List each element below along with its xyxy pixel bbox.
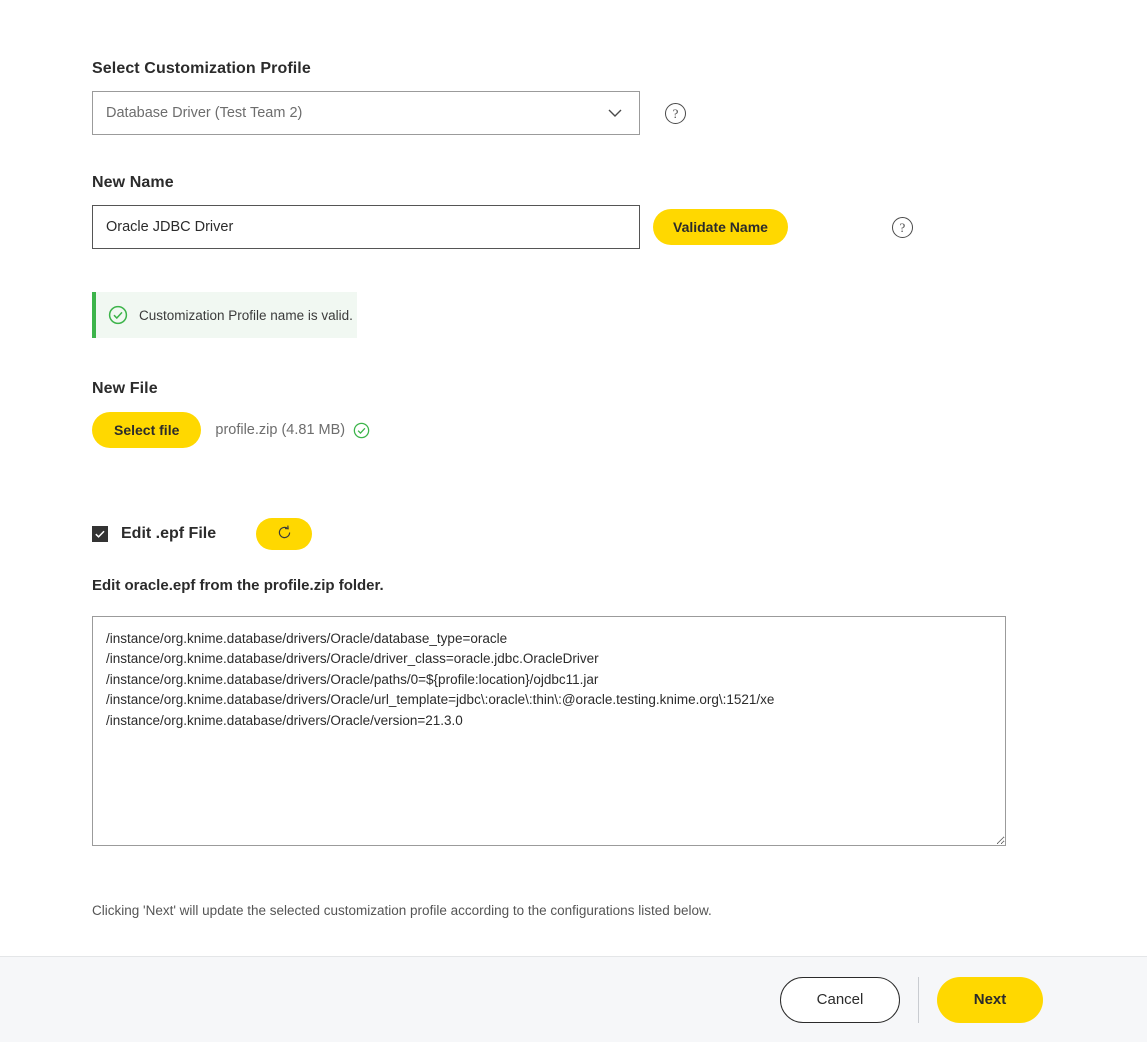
profile-dropdown-value: Database Driver (Test Team 2) (106, 105, 303, 121)
select-file-button[interactable]: Select file (92, 412, 202, 448)
cancel-button[interactable]: Cancel (780, 976, 900, 1023)
refresh-icon (276, 524, 293, 544)
select-profile-label: Select Customization Profile (92, 60, 311, 77)
new-file-row: Select file profile.zip (4.81 MB) (92, 412, 1147, 448)
validate-name-button[interactable]: Validate Name (653, 209, 788, 245)
edit-epf-label: Edit .epf File (121, 525, 217, 542)
selected-file-name: profile.zip (4.81 MB) (215, 422, 346, 438)
select-profile-row: Database Driver (Test Team 2) ? (92, 91, 1147, 135)
edit-epf-section: Edit .epf File Edit oracle.epf from the … (92, 518, 1147, 846)
profile-dropdown[interactable]: Database Driver (Test Team 2) (92, 91, 640, 135)
new-name-label: New Name (92, 174, 174, 191)
select-profile-section: Select Customization Profile Database Dr… (92, 60, 1147, 135)
wizard-footer: Cancel Next (0, 956, 1147, 1042)
new-file-label: New File (92, 380, 158, 397)
wizard-footnote: Clicking 'Next' will update the selected… (92, 903, 712, 918)
validation-message-text: Customization Profile name is valid. (139, 307, 353, 323)
edit-epf-row: Edit .epf File (92, 518, 1147, 550)
epf-content-textarea[interactable] (92, 616, 1006, 846)
new-file-section: New File Select file profile.zip (4.81 M… (92, 380, 1147, 448)
new-name-row: Validate Name ? (92, 205, 1147, 249)
customization-profile-wizard: Select Customization Profile Database Dr… (0, 0, 1147, 1042)
new-name-help-icon[interactable]: ? (891, 216, 913, 238)
profile-help-icon[interactable]: ? (665, 102, 686, 124)
form-content: Select Customization Profile Database Dr… (0, 0, 1147, 956)
refresh-button[interactable] (256, 518, 313, 550)
next-button[interactable]: Next (937, 976, 1043, 1023)
new-name-section: New Name Validate Name ? (92, 174, 1147, 249)
edit-epf-subtitle: Edit oracle.epf from the profile.zip fol… (92, 577, 384, 594)
validation-message: Customization Profile name is valid. (92, 292, 357, 338)
file-success-check-icon (353, 422, 370, 439)
success-check-icon (108, 305, 128, 325)
edit-epf-checkbox[interactable] (92, 526, 108, 542)
new-name-input[interactable] (92, 205, 640, 249)
footer-divider (918, 976, 919, 1023)
chevron-down-icon (605, 103, 625, 123)
